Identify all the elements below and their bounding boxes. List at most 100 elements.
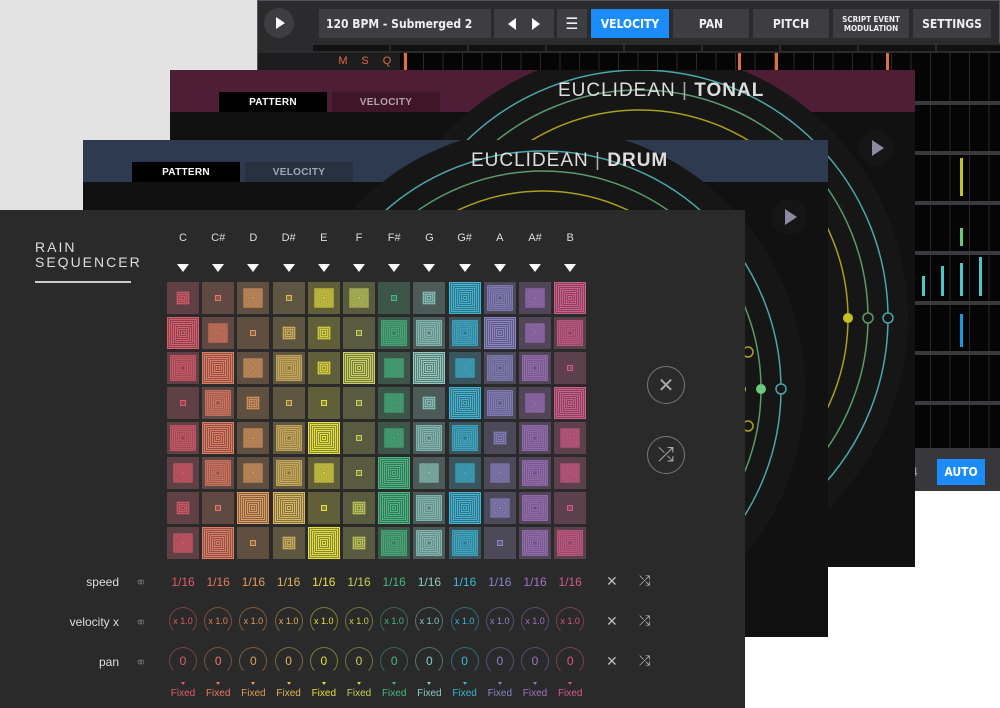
speed-value[interactable]: 1/16	[483, 575, 517, 589]
grid-cell[interactable]	[519, 317, 551, 349]
speed-value[interactable]: 1/16	[272, 575, 306, 589]
pan-mode[interactable]: Fixed	[448, 682, 482, 699]
grid-cell[interactable]	[202, 527, 235, 559]
prev-preset-icon[interactable]	[508, 17, 516, 30]
velocity-knob[interactable]: x 1.0	[345, 607, 373, 635]
pan-mode[interactable]: Fixed	[236, 682, 270, 699]
grid-cell[interactable]	[554, 282, 587, 314]
grid-cell[interactable]	[202, 457, 235, 489]
grid-cell[interactable]	[413, 457, 446, 489]
pan-knob[interactable]: 0	[169, 647, 197, 675]
grid-cell[interactable]	[448, 352, 481, 384]
grid-cell[interactable]	[343, 317, 375, 349]
next-preset-icon[interactable]	[532, 17, 540, 30]
velocity-knob[interactable]: x 1.0	[274, 607, 303, 635]
grid-cell[interactable]	[307, 282, 340, 314]
pan-knob[interactable]: 0	[309, 647, 338, 675]
solo-button[interactable]: S	[354, 55, 376, 67]
grid-cell[interactable]	[413, 317, 446, 349]
link-velocity-icon[interactable]: ⚭	[135, 614, 147, 631]
grid-cell[interactable]	[272, 422, 305, 454]
grid-cell[interactable]	[378, 457, 411, 489]
grid-cell[interactable]	[378, 387, 411, 419]
grid-cell[interactable]	[483, 352, 516, 384]
grid-cell[interactable]	[272, 492, 305, 524]
grid-cell[interactable]	[378, 492, 411, 524]
grid-cell[interactable]	[307, 422, 340, 454]
column-dropdown-icon[interactable]	[493, 264, 506, 272]
grid-cell[interactable]	[343, 492, 375, 524]
grid-cell[interactable]	[554, 527, 587, 559]
reset-velocity-icon[interactable]: ✕	[606, 613, 618, 630]
grid-cell[interactable]	[237, 282, 270, 314]
randomize-velocity-icon[interactable]: ⤮	[639, 612, 650, 629]
tab-velocity[interactable]: VELOCITY	[332, 92, 440, 112]
grid-cell[interactable]	[343, 352, 375, 384]
preset-field[interactable]: 120 BPM - Submerged 2	[319, 9, 491, 38]
grid-cell[interactable]	[483, 282, 516, 314]
grid-cell[interactable]	[413, 527, 446, 559]
grid-cell[interactable]	[307, 352, 340, 384]
grid-cell[interactable]	[237, 317, 270, 349]
grid-cell[interactable]	[554, 492, 587, 524]
grid-cell[interactable]	[378, 422, 411, 454]
grid-cell[interactable]	[413, 282, 446, 314]
grid-cell[interactable]	[272, 352, 305, 384]
grid-cell[interactable]	[378, 282, 411, 314]
reset-speed-icon[interactable]: ✕	[606, 573, 618, 590]
grid-cell[interactable]	[519, 387, 551, 419]
column-dropdown-icon[interactable]	[212, 264, 225, 272]
speed-value[interactable]: 1/16	[201, 575, 235, 589]
velocity-knob[interactable]: x 1.0	[485, 607, 514, 635]
grid-cell[interactable]	[343, 282, 375, 314]
clear-grid-button[interactable]: ✕	[647, 366, 685, 404]
pan-knob[interactable]: 0	[274, 647, 303, 675]
pan-knob[interactable]: 0	[485, 647, 514, 675]
tab-script-event-modulation[interactable]: SCRIPT EVENT MODULATION	[833, 9, 909, 38]
column-dropdown-icon[interactable]	[564, 264, 577, 272]
grid-cell[interactable]	[519, 422, 551, 454]
tab-settings[interactable]: SETTINGS	[913, 9, 991, 38]
grid-cell[interactable]	[554, 422, 587, 454]
column-dropdown-icon[interactable]	[388, 264, 401, 272]
grid-cell[interactable]	[554, 387, 587, 419]
grid-cell[interactable]	[167, 422, 199, 454]
pan-mode[interactable]: Fixed	[166, 682, 200, 699]
grid-cell[interactable]	[483, 527, 516, 559]
randomize-pan-icon[interactable]: ⤮	[639, 652, 650, 669]
grid-cell[interactable]	[272, 317, 305, 349]
tab-velocity[interactable]: VELOCITY	[245, 162, 353, 182]
speed-value[interactable]: 1/16	[236, 575, 270, 589]
pan-mode[interactable]: Fixed	[342, 682, 376, 699]
grid-cell[interactable]	[202, 352, 235, 384]
velocity-knob[interactable]: x 1.0	[450, 607, 479, 635]
velocity-knob[interactable]: x 1.0	[239, 607, 268, 635]
grid-cell[interactable]	[448, 422, 481, 454]
grid-cell[interactable]	[519, 527, 551, 559]
speed-value[interactable]: 1/16	[377, 575, 411, 589]
grid-cell[interactable]	[167, 492, 199, 524]
pan-mode[interactable]: Fixed	[553, 682, 587, 699]
column-dropdown-icon[interactable]	[353, 264, 365, 272]
column-dropdown-icon[interactable]	[529, 264, 541, 272]
auto-button[interactable]: AUTO	[937, 459, 985, 485]
speed-value[interactable]: 1/16	[166, 575, 200, 589]
reset-pan-icon[interactable]: ✕	[606, 653, 618, 670]
pan-knob[interactable]: 0	[521, 647, 549, 675]
column-dropdown-icon[interactable]	[282, 264, 295, 272]
grid-cell[interactable]	[167, 317, 199, 349]
column-dropdown-icon[interactable]	[177, 264, 189, 272]
grid-cell[interactable]	[448, 317, 481, 349]
grid-cell[interactable]	[237, 387, 270, 419]
play-button[interactable]	[771, 199, 807, 235]
pan-knob[interactable]: 0	[345, 647, 373, 675]
grid-cell[interactable]	[272, 282, 305, 314]
tab-pattern[interactable]: PATTERN	[219, 92, 327, 112]
speed-value[interactable]: 1/16	[412, 575, 446, 589]
grid-cell[interactable]	[237, 422, 270, 454]
grid-cell[interactable]	[378, 317, 411, 349]
pan-mode[interactable]: Fixed	[518, 682, 552, 699]
column-dropdown-icon[interactable]	[317, 264, 330, 272]
grid-cell[interactable]	[448, 492, 481, 524]
tab-pitch[interactable]: PITCH	[753, 9, 829, 38]
